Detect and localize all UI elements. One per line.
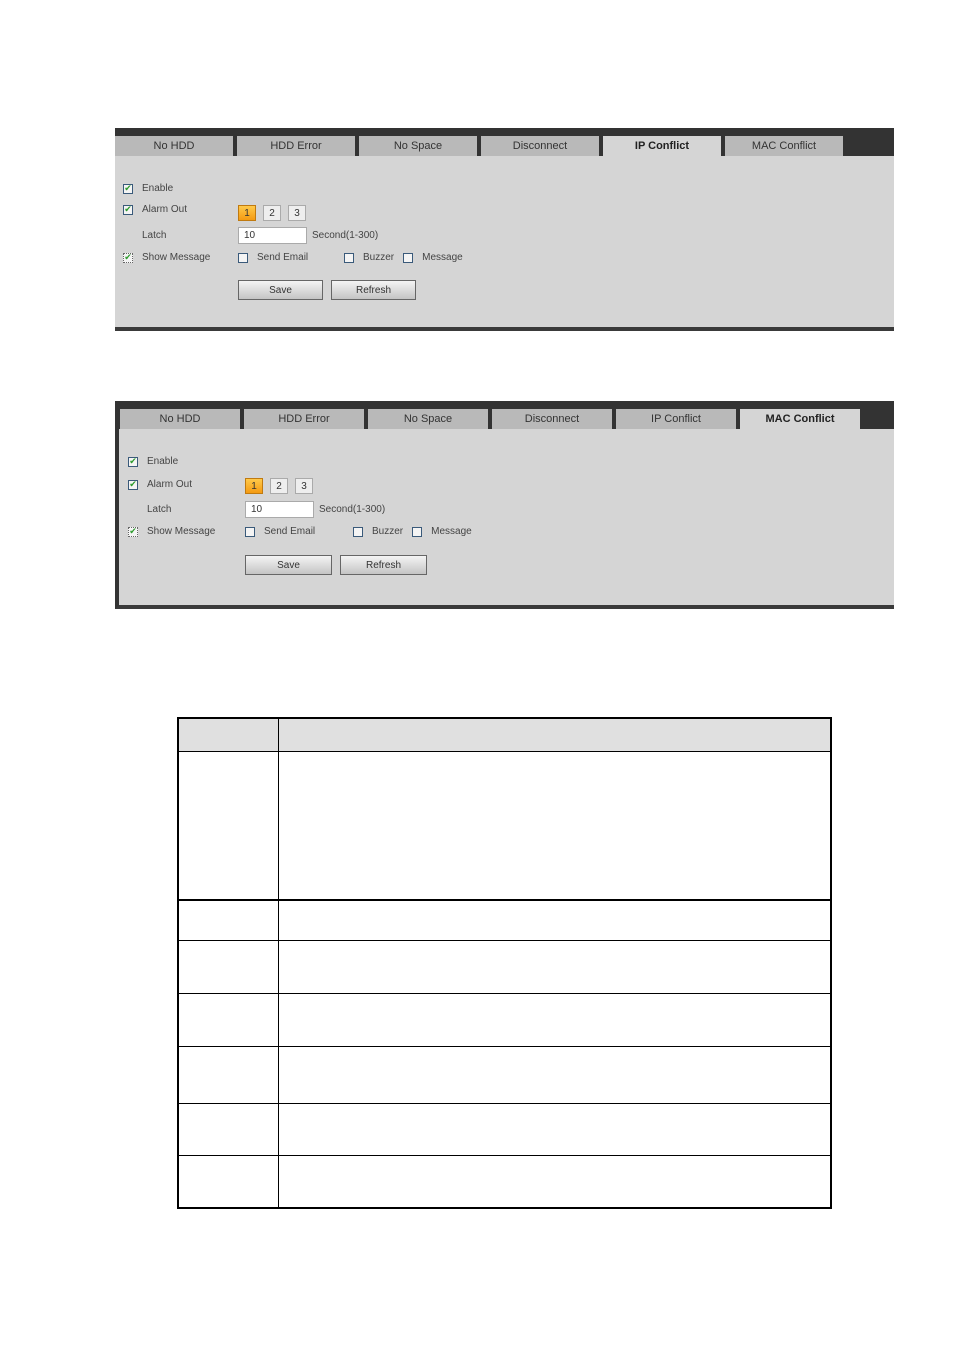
show-message-label: Show Message (147, 526, 216, 537)
table-row (177, 1102, 832, 1156)
tab-bar: No HDD HDD Error No Space Disconnect IP … (115, 136, 894, 156)
alarm-out-label: Alarm Out (147, 479, 193, 490)
show-message-checkbox[interactable]: ✔ (123, 252, 133, 263)
tab-no-space[interactable]: No Space (368, 409, 488, 429)
send-email-label: Send Email (257, 252, 309, 263)
latch-unit-label: Second(1-300) (319, 504, 386, 515)
table-cell (277, 1102, 832, 1156)
refresh-button[interactable]: Refresh (340, 555, 427, 575)
table-cell (277, 939, 832, 994)
table-cell (177, 1154, 279, 1209)
parameter-table (177, 717, 832, 1209)
table-cell (177, 939, 279, 994)
send-email-checkbox[interactable] (238, 252, 248, 263)
tab-no-space[interactable]: No Space (359, 136, 477, 156)
table-cell (177, 1045, 279, 1104)
tab-ip-conflict[interactable]: IP Conflict (616, 409, 736, 429)
table-row (177, 750, 832, 901)
tab-no-hdd[interactable]: No HDD (115, 136, 233, 156)
save-button[interactable]: Save (245, 555, 332, 575)
message-label: Message (422, 252, 463, 263)
alarm-channel-2-button[interactable]: 2 (263, 205, 281, 221)
alarm-channel-1-button[interactable]: 1 (238, 205, 256, 221)
refresh-button[interactable]: Refresh (331, 280, 416, 300)
table-header-row (177, 717, 832, 752)
latch-input[interactable]: 10 (245, 501, 314, 518)
table-cell (277, 1045, 832, 1104)
table-cell (177, 750, 279, 901)
latch-label: Latch (142, 230, 167, 241)
enable-label: Enable (147, 456, 179, 467)
table-cell (277, 992, 832, 1047)
buzzer-checkbox[interactable] (353, 526, 363, 537)
table-cell (277, 899, 832, 941)
table-cell (177, 1102, 279, 1156)
table-cell (277, 1154, 832, 1209)
enable-checkbox[interactable]: ✔ (128, 456, 138, 467)
latch-unit-label: Second(1-300) (312, 230, 379, 241)
buzzer-label: Buzzer (372, 526, 404, 537)
tab-ip-conflict[interactable]: IP Conflict (603, 136, 721, 156)
table-cell (177, 899, 279, 941)
alarm-out-label: Alarm Out (142, 204, 188, 215)
table-row (177, 1045, 832, 1104)
alarm-channel-3-button[interactable]: 3 (288, 205, 306, 221)
enable-checkbox[interactable]: ✔ (123, 183, 133, 194)
message-label: Message (431, 526, 472, 537)
tab-hdd-error[interactable]: HDD Error (244, 409, 364, 429)
show-message-checkbox[interactable]: ✔ (128, 526, 138, 537)
table-row (177, 1154, 832, 1209)
table-row (177, 899, 832, 941)
message-checkbox[interactable] (403, 252, 414, 263)
message-checkbox[interactable] (412, 526, 423, 537)
tab-disconnect[interactable]: Disconnect (481, 136, 599, 156)
tab-bar: No HDD HDD Error No Space Disconnect IP … (119, 409, 894, 429)
alarm-out-checkbox[interactable]: ✔ (123, 204, 133, 215)
table-row (177, 939, 832, 994)
alarm-channel-1-button[interactable]: 1 (245, 478, 263, 494)
mac-conflict-panel: No HDD HDD Error No Space Disconnect IP … (115, 401, 894, 609)
send-email-checkbox[interactable] (245, 526, 255, 537)
tab-hdd-error[interactable]: HDD Error (237, 136, 355, 156)
alarm-out-checkbox[interactable]: ✔ (128, 479, 138, 490)
alarm-channel-3-button[interactable]: 3 (295, 478, 313, 494)
alarm-channel-2-button[interactable]: 2 (270, 478, 288, 494)
latch-input[interactable]: 10 (238, 227, 307, 244)
tab-no-hdd[interactable]: No HDD (120, 409, 240, 429)
table-header-cell (277, 717, 832, 752)
buzzer-checkbox[interactable] (344, 252, 354, 263)
table-row (177, 992, 832, 1047)
show-message-label: Show Message (142, 252, 211, 263)
latch-label: Latch (147, 504, 172, 515)
send-email-label: Send Email (264, 526, 316, 537)
table-cell (277, 750, 832, 901)
table-header-cell (177, 717, 279, 752)
buzzer-label: Buzzer (363, 252, 395, 263)
ip-conflict-panel: No HDD HDD Error No Space Disconnect IP … (115, 128, 894, 331)
enable-label: Enable (142, 183, 174, 194)
tab-mac-conflict[interactable]: MAC Conflict (740, 409, 860, 429)
tab-disconnect[interactable]: Disconnect (492, 409, 612, 429)
save-button[interactable]: Save (238, 280, 323, 300)
table-cell (177, 992, 279, 1047)
tab-mac-conflict[interactable]: MAC Conflict (725, 136, 843, 156)
